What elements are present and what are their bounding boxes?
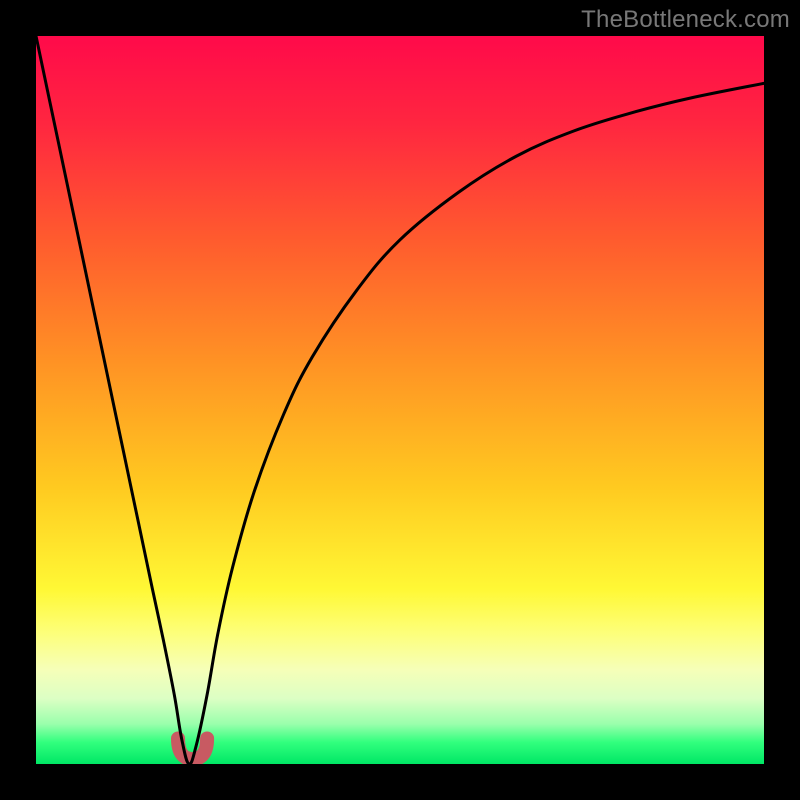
- gradient-background: [36, 36, 764, 764]
- chart-frame: TheBottleneck.com: [0, 0, 800, 800]
- watermark-text: TheBottleneck.com: [581, 6, 790, 34]
- chart-svg: [36, 36, 764, 764]
- plot-area: [36, 36, 764, 764]
